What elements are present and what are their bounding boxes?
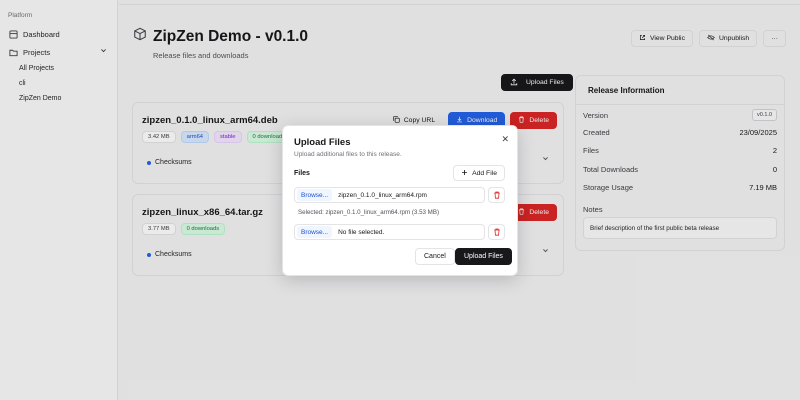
close-icon[interactable]: ✕ [501,134,509,145]
upload-files-modal: Upload Files Upload additional files to … [282,125,518,276]
plus-icon [461,169,468,178]
file-input[interactable]: Browse... zipzen_0.1.0_linux_arm64.rpm [294,187,485,203]
selected-file-info: Selected: zipzen_0.1.0_linux_arm64.rpm (… [298,209,440,216]
browse-button[interactable]: Browse... [297,226,333,238]
remove-file-button[interactable] [488,224,505,240]
modal-title: Upload Files [294,137,351,148]
file-input-value: No file selected. [338,228,385,236]
file-input-value: zipzen_0.1.0_linux_arm64.rpm [338,191,427,199]
trash-icon [493,223,501,241]
trash-icon [493,186,501,204]
files-label: Files [294,170,310,177]
remove-file-button[interactable] [488,187,505,203]
modal-subtitle: Upload additional files to this release. [294,151,402,158]
add-file-label: Add File [472,169,497,177]
browse-button[interactable]: Browse... [297,189,333,201]
cancel-button[interactable]: Cancel [415,248,455,265]
upload-files-submit-button[interactable]: Upload Files [455,248,512,265]
file-input[interactable]: Browse... No file selected. [294,224,485,240]
add-file-button[interactable]: Add File [453,165,505,181]
